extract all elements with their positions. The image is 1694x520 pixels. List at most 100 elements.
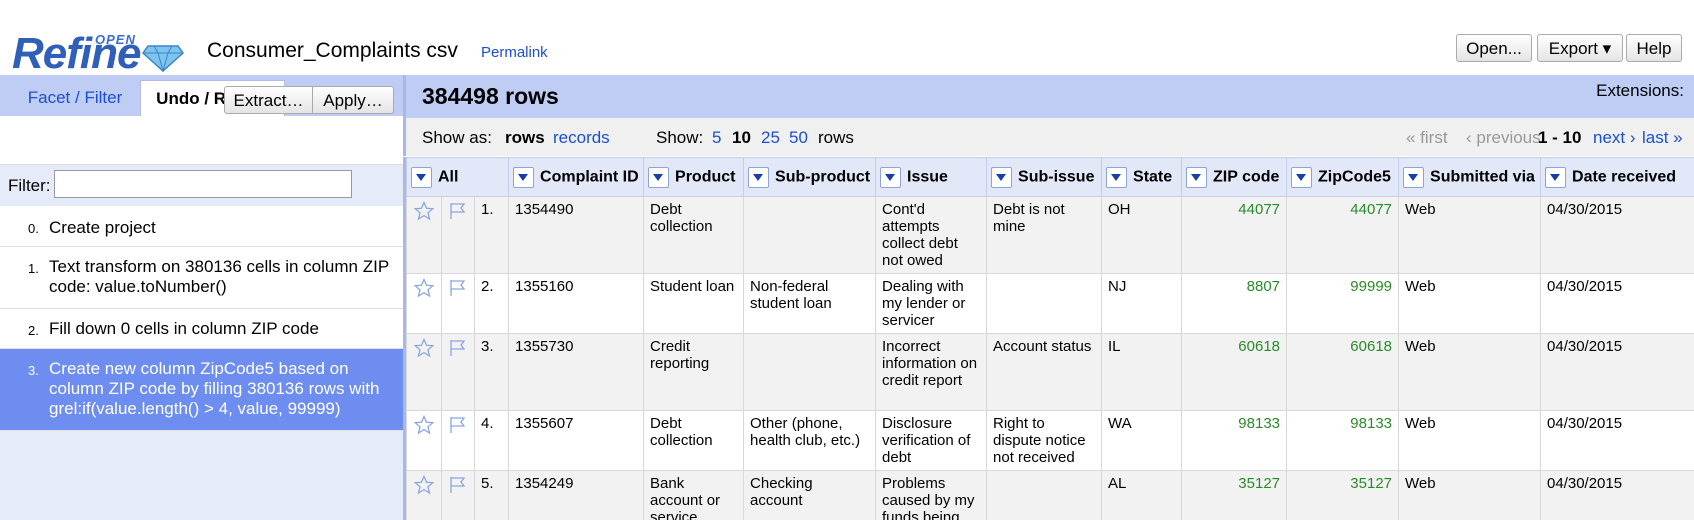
cell-id[interactable]: 1355160: [508, 273, 645, 334]
star-icon[interactable]: [406, 410, 442, 471]
cell-product[interactable]: Debt collection: [643, 410, 745, 471]
show-as-rows[interactable]: rows: [505, 128, 545, 148]
column-menu-icon[interactable]: [1291, 166, 1313, 188]
filter-input[interactable]: [54, 170, 352, 198]
column-header-sub-product[interactable]: Sub-product: [743, 157, 877, 197]
column-header-submitted-via[interactable]: Submitted via: [1398, 157, 1542, 197]
cell-date[interactable]: 04/30/2015: [1540, 196, 1694, 274]
cell-zip5[interactable]: 44077: [1286, 196, 1400, 274]
page-size-25[interactable]: 25: [761, 128, 780, 148]
column-header-zip-code[interactable]: ZIP code: [1181, 157, 1288, 197]
column-header-zipcode5[interactable]: ZipCode5: [1286, 157, 1400, 197]
column-menu-icon[interactable]: [1106, 166, 1128, 188]
cell-subissue[interactable]: Account status: [986, 333, 1103, 411]
flag-icon[interactable]: [441, 273, 475, 334]
cell-via[interactable]: Web: [1398, 333, 1542, 411]
column-menu-icon[interactable]: [991, 166, 1013, 188]
star-icon[interactable]: [406, 470, 442, 520]
history-item-2[interactable]: 2. Fill down 0 cells in column ZIP code: [0, 309, 403, 349]
cell-state[interactable]: AL: [1101, 470, 1183, 520]
cell-zip[interactable]: 8807: [1181, 273, 1288, 334]
page-size-10[interactable]: 10: [732, 128, 751, 148]
apply-button[interactable]: Apply…: [313, 86, 394, 114]
export-button[interactable]: Export ▾: [1537, 34, 1623, 62]
project-title[interactable]: Consumer_Complaints csv: [207, 39, 458, 63]
cell-via[interactable]: Web: [1398, 470, 1542, 520]
extract-button[interactable]: Extract…: [224, 86, 313, 114]
pager-first[interactable]: « first: [1406, 128, 1448, 148]
cell-zip[interactable]: 60618: [1181, 333, 1288, 411]
cell-issue[interactable]: Cont'd attempts collect debt not owed: [875, 196, 988, 274]
cell-id[interactable]: 1354490: [508, 196, 645, 274]
cell-via[interactable]: Web: [1398, 273, 1542, 334]
cell-subissue[interactable]: Right to dispute notice not received: [986, 410, 1103, 471]
flag-icon[interactable]: [441, 333, 475, 411]
star-icon[interactable]: [406, 333, 442, 411]
cell-product[interactable]: Credit reporting: [643, 333, 745, 411]
cell-zip[interactable]: 98133: [1181, 410, 1288, 471]
cell-subproduct[interactable]: [743, 333, 877, 411]
cell-issue[interactable]: Dealing with my lender or servicer: [875, 273, 988, 334]
flag-icon[interactable]: [441, 196, 475, 274]
cell-subproduct[interactable]: Other (phone, health club, etc.): [743, 410, 877, 471]
cell-zip5[interactable]: 99999: [1286, 273, 1400, 334]
history-item-3-selected[interactable]: 3. Create new column ZipCode5 based on c…: [0, 349, 403, 431]
cell-state[interactable]: NJ: [1101, 273, 1183, 334]
cell-state[interactable]: IL: [1101, 333, 1183, 411]
flag-icon[interactable]: [441, 470, 475, 520]
cell-subproduct[interactable]: Checking account: [743, 470, 877, 520]
cell-product[interactable]: Student loan: [643, 273, 745, 334]
cell-date[interactable]: 04/30/2015: [1540, 470, 1694, 520]
cell-issue[interactable]: Problems caused by my funds being: [875, 470, 988, 520]
show-as-records[interactable]: records: [553, 128, 610, 148]
open-button[interactable]: Open...: [1456, 34, 1532, 62]
permalink-link[interactable]: Permalink: [481, 44, 548, 61]
cell-subissue[interactable]: [986, 273, 1103, 334]
cell-zip[interactable]: 35127: [1181, 470, 1288, 520]
page-size-50[interactable]: 50: [789, 128, 808, 148]
column-menu-icon[interactable]: [1403, 166, 1425, 188]
cell-issue[interactable]: Incorrect information on credit report: [875, 333, 988, 411]
cell-zip[interactable]: 44077: [1181, 196, 1288, 274]
flag-icon[interactable]: [441, 410, 475, 471]
column-menu-icon[interactable]: [411, 166, 432, 188]
column-menu-icon[interactable]: [1545, 166, 1567, 188]
cell-state[interactable]: WA: [1101, 410, 1183, 471]
star-icon[interactable]: [406, 196, 442, 274]
cell-date[interactable]: 04/30/2015: [1540, 410, 1694, 471]
pager-next[interactable]: next ›: [1593, 128, 1636, 148]
cell-date[interactable]: 04/30/2015: [1540, 273, 1694, 334]
extensions-menu[interactable]: Extensions:: [1596, 81, 1684, 101]
cell-subissue[interactable]: Debt is not mine: [986, 196, 1103, 274]
pager-previous[interactable]: ‹ previous: [1466, 128, 1541, 148]
cell-zip5[interactable]: 60618: [1286, 333, 1400, 411]
pager-last[interactable]: last »: [1642, 128, 1683, 148]
cell-via[interactable]: Web: [1398, 410, 1542, 471]
cell-issue[interactable]: Disclosure verification of debt: [875, 410, 988, 471]
star-icon[interactable]: [406, 273, 442, 334]
cell-date[interactable]: 04/30/2015: [1540, 333, 1694, 411]
column-menu-icon[interactable]: [748, 166, 770, 188]
cell-id[interactable]: 1354249: [508, 470, 645, 520]
cell-product[interactable]: Bank account or service: [643, 470, 745, 520]
cell-state[interactable]: OH: [1101, 196, 1183, 274]
column-header-state[interactable]: State: [1101, 157, 1183, 197]
column-menu-icon[interactable]: [1186, 166, 1208, 188]
cell-id[interactable]: 1355730: [508, 333, 645, 411]
column-header-issue[interactable]: Issue: [875, 157, 988, 197]
cell-zip5[interactable]: 98133: [1286, 410, 1400, 471]
cell-subissue[interactable]: [986, 470, 1103, 520]
cell-zip5[interactable]: 35127: [1286, 470, 1400, 520]
openrefine-logo[interactable]: Refine OPEN: [12, 28, 187, 78]
cell-id[interactable]: 1355607: [508, 410, 645, 471]
tab-facet-filter[interactable]: Facet / Filter: [10, 80, 140, 116]
cell-subproduct[interactable]: Non-federal student loan: [743, 273, 877, 334]
help-button[interactable]: Help: [1626, 34, 1682, 62]
cell-via[interactable]: Web: [1398, 196, 1542, 274]
column-menu-icon[interactable]: [880, 166, 902, 188]
history-item-1[interactable]: 1. Text transform on 380136 cells in col…: [0, 247, 403, 309]
column-header-all[interactable]: All: [406, 157, 510, 197]
cell-subproduct[interactable]: [743, 196, 877, 274]
cell-product[interactable]: Debt collection: [643, 196, 745, 274]
column-menu-icon[interactable]: [648, 166, 670, 188]
